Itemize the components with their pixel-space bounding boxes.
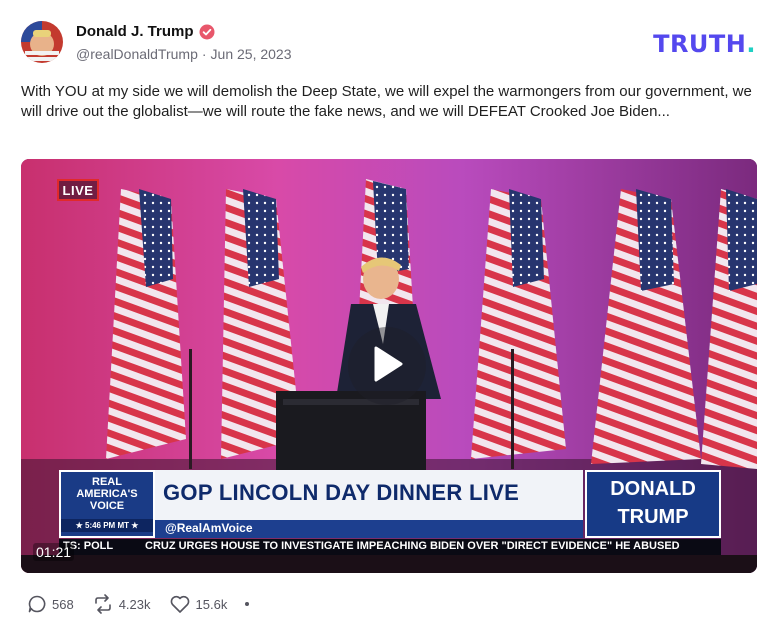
author-handle[interactable]: @realDonaldTrump: [76, 46, 198, 62]
like-count: 15.6k: [195, 596, 228, 612]
post-card: Donald J. Trump @realDonaldTrump · Jun 2…: [0, 0, 778, 635]
chyron-name-line-1: DONALD: [610, 478, 696, 500]
chyron-handle: @RealAmVoice: [165, 521, 253, 535]
chyron-title-bar: GOP LINCOLN DAY DINNER LIVE: [155, 470, 583, 520]
post-date[interactable]: Jun 25, 2023: [211, 46, 292, 62]
truth-logo[interactable]: TRUTH.: [653, 30, 756, 58]
network-logo: REAL AMERICA'S VOICE ★ 5:46 PM MT ★: [59, 470, 155, 538]
like-button[interactable]: 15.6k: [169, 594, 228, 614]
live-badge: LIVE: [57, 179, 99, 201]
meta-separator: ·: [201, 46, 207, 62]
play-icon: [370, 345, 404, 388]
more-button[interactable]: [245, 602, 250, 606]
reply-icon: [27, 594, 47, 614]
network-line-1: REAL: [92, 476, 122, 488]
network-line-3: VOICE: [89, 500, 125, 512]
news-ticker: TS: POLL CRUZ URGES HOUSE TO INVESTIGATE…: [59, 539, 721, 555]
network-line-2: AMERICA'S: [76, 488, 138, 500]
avatar[interactable]: [21, 21, 63, 63]
chyron-title: GOP LINCOLN DAY DINNER LIVE: [163, 480, 520, 505]
ticker-text: CRUZ URGES HOUSE TO INVESTIGATE IMPEACHI…: [145, 540, 680, 552]
chyron-name-box: DONALD TRUMP: [585, 470, 721, 538]
post-text: With YOU at my side we will demolish the…: [21, 83, 752, 120]
retruth-button[interactable]: 4.23k: [92, 594, 151, 614]
video-duration: 01:21: [33, 543, 75, 561]
author-name-row: Donald J. Trump: [76, 23, 215, 40]
brand-text: TRUTH: [653, 30, 747, 58]
retruth-count: 4.23k: [118, 596, 151, 612]
reply-button[interactable]: 568: [27, 594, 74, 614]
author-display-name[interactable]: Donald J. Trump: [76, 23, 194, 40]
broadcast-time: ★ 5:46 PM MT ★: [61, 519, 153, 532]
video-player[interactable]: LIVE REAL AMERICA'S VOICE ★ 5:46 PM MT ★…: [21, 159, 757, 573]
chyron-handle-bar: @RealAmVoice: [155, 520, 583, 538]
action-bar: 568 4.23k 15.6k: [27, 594, 267, 614]
news-chyron: REAL AMERICA'S VOICE ★ 5:46 PM MT ★ GOP …: [59, 470, 721, 538]
brand-dot: .: [746, 30, 756, 58]
author-meta: @realDonaldTrump · Jun 25, 2023: [76, 46, 292, 62]
verified-badge-icon: [199, 24, 215, 40]
heart-icon: [169, 594, 191, 614]
chyron-name-line-2: TRUMP: [617, 506, 689, 528]
retruth-icon: [92, 594, 114, 614]
reply-count: 568: [52, 596, 74, 612]
more-icon: [245, 602, 250, 606]
play-button[interactable]: [348, 327, 426, 405]
